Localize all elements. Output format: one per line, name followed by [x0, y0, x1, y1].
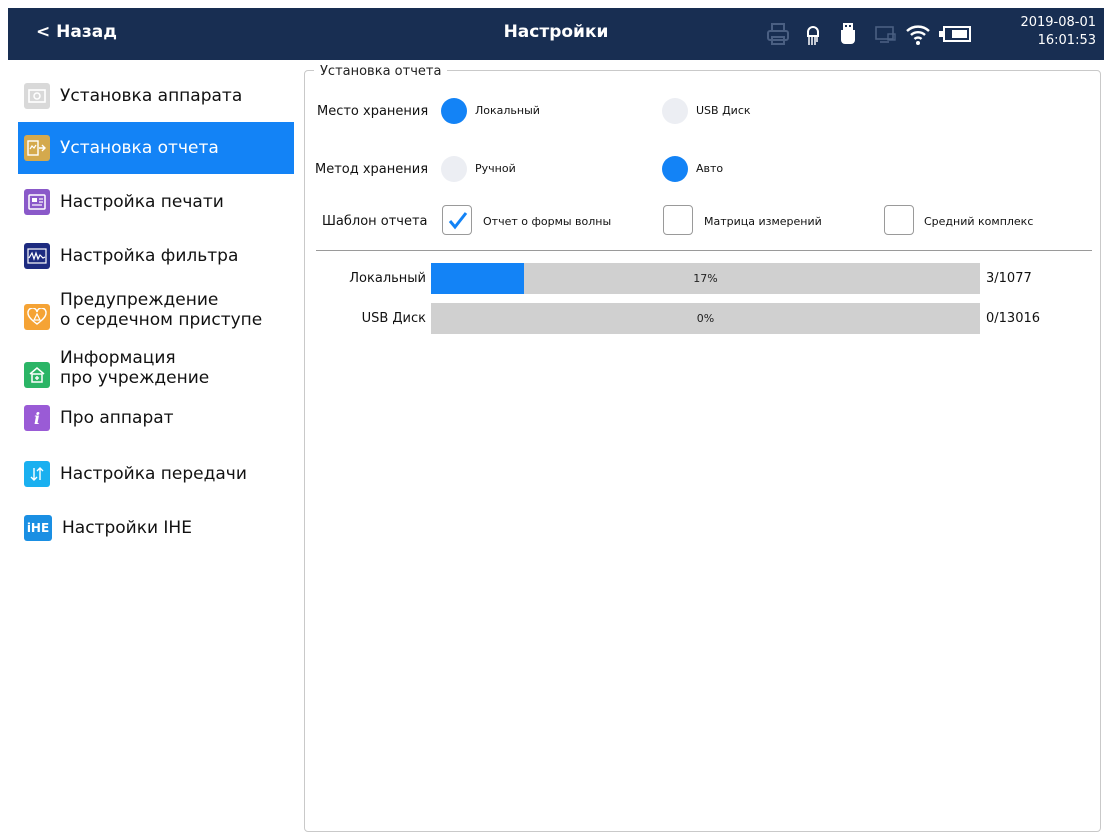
ihe-icon: iHE [24, 515, 52, 541]
sidebar-item-label: Про аппарат [60, 408, 174, 428]
usage-local-percent: 17% [693, 272, 718, 285]
institution-icon [24, 362, 50, 388]
back-button[interactable]: < Назад [36, 22, 117, 42]
sidebar-item-label: Настройки IHE [62, 518, 192, 538]
report-icon [24, 135, 50, 161]
ihe-icon-text: iHE [26, 521, 50, 535]
sidebar-item-filter-settings[interactable]: Настройка фильтра [18, 230, 294, 282]
sidebar-item-ihe-settings[interactable]: iHE Настройки IHE [18, 502, 294, 554]
sidebar-item-label-line2: про учреждение [60, 368, 210, 388]
top-bar: < Назад Настройки 2019-08-01 16:01:53 [8, 8, 1104, 60]
sidebar-item-institution-info[interactable]: Информация про учреждение [18, 340, 294, 396]
radio-storage-usb[interactable] [662, 98, 688, 124]
usage-usb-label: USB Диск [361, 311, 426, 326]
battery-icon [938, 20, 972, 48]
sidebar-item-device-setup[interactable]: Установка аппарата [18, 70, 294, 122]
sidebar-item-transfer-settings[interactable]: Настройка передачи [18, 448, 294, 500]
radio-method-auto[interactable] [662, 156, 688, 182]
date-text: 2019-08-01 [1020, 15, 1096, 30]
checkbox-average-complex[interactable] [884, 205, 914, 235]
usb-icon [834, 20, 862, 48]
sidebar-item-label: Предупреждение о сердечном приступе [60, 290, 262, 330]
storage-method-label: Метод хранения [315, 162, 429, 177]
sidebar-item-label-line1: Информация [60, 348, 176, 368]
usage-local-bar: 17% [431, 263, 980, 294]
datetime: 2019-08-01 16:01:53 [1020, 14, 1096, 50]
network-icon [871, 20, 899, 48]
checkbox-average-complex-label: Средний комплекс [924, 215, 1034, 228]
device-icon [24, 83, 50, 109]
usage-usb-percent: 0% [696, 312, 715, 325]
template-label: Шаблон отчета [322, 214, 428, 229]
usage-local-label: Локальный [349, 271, 426, 286]
radio-storage-local-label: Локальный [475, 104, 540, 117]
checkbox-waveform-report[interactable] [442, 205, 472, 235]
usage-usb-count: 0/13016 [986, 311, 1041, 326]
checkbox-measurement-matrix[interactable] [663, 205, 693, 235]
sidebar-item-label: Настройка передачи [60, 464, 247, 484]
sidebar-item-report-setup[interactable]: Установка отчета [18, 122, 294, 174]
sidebar-item-print-settings[interactable]: Настройка печати [18, 176, 294, 228]
radio-storage-local[interactable] [441, 98, 467, 124]
info-icon: i [24, 405, 50, 431]
checkbox-waveform-report-label: Отчет о формы волны [483, 215, 612, 228]
usage-usb-bar: 0% [431, 303, 980, 334]
sidebar-item-about-device[interactable]: i Про аппарат [18, 392, 294, 444]
radio-method-manual[interactable] [441, 156, 467, 182]
radio-method-auto-label: Авто [696, 162, 724, 175]
sidebar-item-label: Установка аппарата [60, 86, 243, 106]
ecg-lead-icon [799, 20, 827, 48]
transfer-icon [24, 461, 50, 487]
sidebar-item-label-line1: Предупреждение [60, 290, 219, 310]
radio-storage-usb-label: USB Диск [696, 104, 751, 117]
sidebar-item-label: Настройка печати [60, 192, 224, 212]
check-icon [448, 212, 468, 230]
print-settings-icon [24, 189, 50, 215]
time-text: 16:01:53 [1037, 33, 1096, 48]
radio-method-manual-label: Ручной [475, 162, 516, 175]
heart-warning-icon [24, 304, 50, 330]
filter-icon [24, 243, 50, 269]
sidebar-item-heart-attack-warning[interactable]: Предупреждение о сердечном приступе [18, 282, 294, 338]
wifi-icon [904, 20, 932, 48]
sidebar-item-label: Информация про учреждение [60, 348, 209, 388]
sidebar-item-label: Настройка фильтра [60, 246, 239, 266]
usage-local-count: 3/1077 [986, 271, 1032, 286]
storage-place-label: Место хранения [317, 104, 429, 119]
report-settings-panel [304, 70, 1101, 832]
panel-legend: Установка отчета [314, 64, 448, 79]
section-divider [316, 250, 1092, 251]
checkbox-measurement-matrix-label: Матрица измерений [704, 215, 822, 228]
sidebar-item-label: Установка отчета [60, 138, 219, 158]
printer-icon [764, 20, 792, 48]
sidebar-item-label-line2: о сердечном приступе [60, 310, 263, 330]
